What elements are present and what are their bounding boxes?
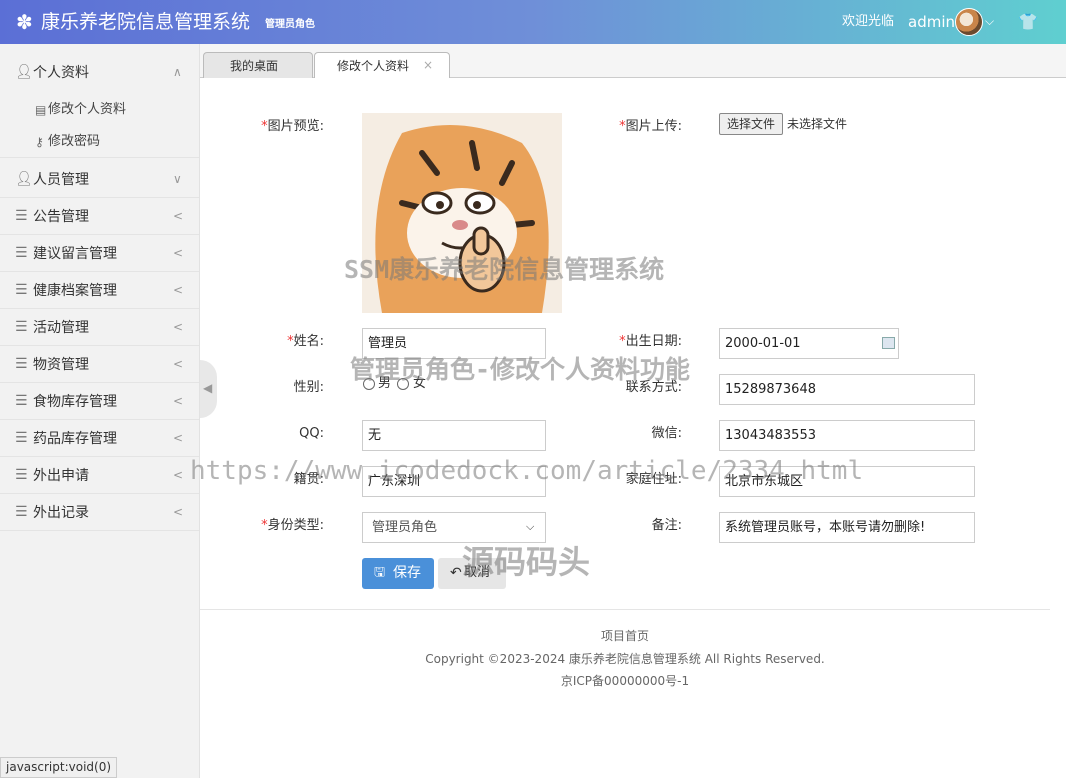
file-status-text: 未选择文件 [787, 117, 848, 131]
sidebar-item-food-stock[interactable]: ☰ 食物库存管理 < [0, 383, 199, 420]
sidebar-item-label: 活动管理 [33, 320, 89, 336]
undo-icon: ↶ [450, 565, 462, 581]
user-icon: 👤︎ [15, 64, 33, 80]
qq-input[interactable]: 无 [362, 420, 546, 451]
tab-edit-profile[interactable]: 修改个人资料 × [314, 52, 450, 78]
list-icon: ☰ [15, 356, 28, 372]
floppy-disk-icon: 🖫 [374, 565, 386, 580]
username-menu[interactable]: admin [908, 12, 955, 32]
list-icon: ☰ [15, 319, 28, 335]
status-bar: javascript:void(0) [0, 757, 118, 778]
sidebar-item-profile[interactable]: 👤︎ 个人资料 ∧ [0, 54, 199, 91]
phone-input[interactable]: 15289873648 [719, 374, 975, 405]
image-preview-label: *图片预览: [261, 119, 324, 134]
sidebar-item-label: 健康档案管理 [33, 283, 117, 299]
birth-date-input[interactable]: 2000-01-01 [719, 328, 899, 359]
chevron-left-icon: < [173, 209, 184, 223]
tshirt-theme-icon[interactable]: 👕 [1018, 12, 1038, 32]
sidebar-item-supplies[interactable]: ☰ 物资管理 < [0, 346, 199, 383]
save-button-label: 保存 [393, 565, 421, 581]
sidebar-item-label: 外出申请 [33, 468, 89, 484]
list-icon: ☰ [15, 208, 28, 224]
save-button[interactable]: 🖫 保存 [362, 558, 434, 589]
sidebar-item-activity[interactable]: ☰ 活动管理 < [0, 309, 199, 346]
identity-type-label: *身份类型: [261, 518, 324, 533]
chevron-left-icon: < [173, 468, 184, 482]
sidebar-item-label: 公告管理 [33, 209, 89, 225]
watermark-url: https://www.icodedock.com/article/2334.h… [190, 456, 864, 486]
remark-input[interactable]: 系统管理员账号，本账号请勿删除! [719, 512, 975, 543]
edit-icon: ▤ [35, 103, 47, 117]
name-label: *姓名: [287, 334, 324, 349]
icp-text: 京ICP备00000000号-1 [560, 674, 690, 688]
user-icon: 👤︎ [15, 171, 33, 187]
copyright-text: Copyright ©2023-2024 康乐养老院信息管理系统 All Rig… [425, 652, 825, 666]
sidebar-item-outing-record[interactable]: ☰ 外出记录 < [0, 494, 199, 531]
choose-file-button[interactable]: 选择文件 [719, 113, 784, 135]
sidebar-item-notice[interactable]: ☰ 公告管理 < [0, 198, 199, 235]
chevron-up-icon: ∧ [173, 65, 182, 79]
wechat-input[interactable]: 13043483553 [719, 420, 975, 451]
image-upload-label: *图片上传: [619, 119, 682, 134]
watermark-brand: 源码码头 [462, 543, 591, 581]
tab-label: 我的桌面 [230, 59, 279, 73]
sidebar-item-suggestion[interactable]: ☰ 建议留言管理 < [0, 235, 199, 272]
chevron-down-icon[interactable]: ⌵ [985, 13, 994, 29]
sidebar-item-staff[interactable]: 👤︎ 人员管理 ∨ [0, 161, 199, 198]
avatar[interactable] [955, 8, 983, 36]
watermark-title: SSM康乐养老院信息管理系统 [344, 255, 665, 284]
sidebar-item-medicine-stock[interactable]: ☰ 药品库存管理 < [0, 420, 199, 457]
top-header: ✽ 康乐养老院信息管理系统 管理员角色 欢迎光临 admin ⌵ 👕 [0, 0, 1066, 44]
sidebar-subitem-label: 修改密码 [48, 134, 101, 149]
list-icon: ☰ [15, 393, 28, 409]
key-icon: ⚷ [35, 135, 44, 149]
welcome-text: 欢迎光临 [842, 14, 895, 29]
home-link[interactable]: 项目首页 [200, 628, 1050, 644]
sidebar-subitem-edit-profile[interactable]: ▤ 修改个人资料 [0, 94, 199, 126]
close-icon[interactable]: × [423, 57, 433, 73]
remark-label: 备注: [651, 518, 682, 533]
app-title: 康乐养老院信息管理系统 [41, 11, 251, 33]
gender-label: 性别: [293, 380, 324, 395]
list-icon: ☰ [15, 245, 28, 261]
chevron-left-icon: < [173, 505, 184, 519]
tab-label: 修改个人资料 [337, 59, 410, 73]
footer-divider [200, 609, 1050, 610]
chevron-down-icon: ∨ [173, 172, 182, 186]
list-icon: ☰ [15, 430, 28, 446]
sidebar-subitem-change-password[interactable]: ⚷ 修改密码 [0, 126, 199, 158]
birth-date-label: *出生日期: [619, 334, 682, 349]
chevron-left-icon: < [173, 246, 184, 260]
watermark-subtitle: 管理员角色-修改个人资料功能 [350, 355, 691, 384]
wechat-label: 微信: [651, 426, 682, 441]
chevron-left-icon: < [173, 394, 184, 408]
sidebar-item-outing-apply[interactable]: ☰ 外出申请 < [0, 457, 199, 494]
chevron-left-icon: < [173, 320, 184, 334]
sidebar-item-label: 人员管理 [33, 172, 89, 188]
qq-label: QQ: [299, 426, 324, 441]
chevron-left-icon: < [173, 283, 184, 297]
chevron-left-icon: < [173, 431, 184, 445]
list-icon: ☰ [15, 282, 28, 298]
gear-logo-icon: ✽ [16, 10, 33, 34]
sidebar-item-label: 食物库存管理 [33, 394, 117, 410]
sidebar-item-health[interactable]: ☰ 健康档案管理 < [0, 272, 199, 309]
list-icon: ☰ [15, 504, 28, 520]
sidebar-item-label: 药品库存管理 [33, 431, 117, 447]
sidebar-subitem-label: 修改个人资料 [48, 102, 127, 117]
chevron-down-icon: ⌵ [526, 520, 535, 533]
tab-desktop[interactable]: 我的桌面 [203, 52, 313, 78]
tab-bar: 我的桌面 修改个人资料 × [200, 44, 1066, 78]
sidebar-item-label: 外出记录 [33, 505, 89, 521]
chevron-left-icon: < [173, 357, 184, 371]
sidebar-item-label: 个人资料 [33, 65, 89, 81]
list-icon: ☰ [15, 467, 28, 483]
calendar-icon[interactable] [882, 337, 895, 349]
sidebar-item-label: 建议留言管理 [33, 246, 117, 262]
sidebar: 👤︎ 个人资料 ∧ ▤ 修改个人资料 ⚷ 修改密码 👤︎ 人员管理 ∨ ☰ 公告… [0, 44, 200, 778]
sidebar-item-label: 物资管理 [33, 357, 89, 373]
role-tag: 管理员角色 [265, 19, 315, 30]
identity-type-select[interactable]: 管理员角色 [362, 512, 546, 543]
